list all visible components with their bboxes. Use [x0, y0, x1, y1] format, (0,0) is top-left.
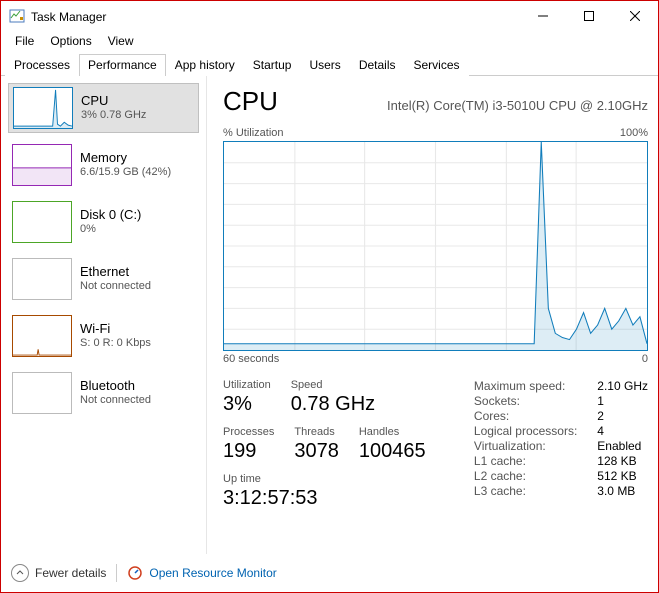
sidebar-item-bluetooth[interactable]: Bluetooth Not connected [8, 368, 199, 418]
sidebar-item-sub: Not connected [80, 280, 151, 294]
sidebar-item-label: CPU [81, 93, 146, 109]
tab-details[interactable]: Details [350, 54, 405, 76]
sidebar-item-label: Wi-Fi [80, 321, 151, 337]
sidebar-item-sub: S: 0 R: 0 Kbps [80, 337, 151, 351]
detail-label: Cores: [474, 409, 577, 423]
sidebar-item-label: Ethernet [80, 264, 151, 280]
tabstrip: Processes Performance App history Startu… [1, 53, 658, 76]
detail-value: 4 [597, 424, 648, 438]
fewer-details-label: Fewer details [35, 566, 106, 580]
tab-users[interactable]: Users [300, 54, 349, 76]
chart-label-top-left: % Utilization [223, 127, 284, 139]
cpu-details-table: Maximum speed: 2.10 GHz Sockets: 1 Cores… [474, 379, 648, 520]
detail-value: 3.0 MB [597, 484, 648, 498]
stat-uptime: Up time 3:12:57:53 [223, 473, 318, 510]
maximize-button[interactable] [566, 1, 612, 31]
stat-utilization: Utilization 3% [223, 379, 271, 416]
detail-value: 2 [597, 409, 648, 423]
footer: Fewer details Open Resource Monitor [1, 554, 658, 592]
stat-processes: Processes 199 [223, 426, 274, 463]
fewer-details-button[interactable]: Fewer details [11, 564, 106, 582]
page-title: CPU [223, 86, 278, 117]
sidebar-item-memory[interactable]: Memory 6.6/15.9 GB (42%) [8, 140, 199, 190]
sidebar: CPU 3% 0.78 GHz Memory 6.6/15.9 GB (42%)… [1, 76, 207, 554]
sidebar-item-sub: 0% [80, 223, 141, 237]
close-button[interactable] [612, 1, 658, 31]
detail-value: 2.10 GHz [597, 379, 648, 393]
sidebar-item-disk[interactable]: Disk 0 (C:) 0% [8, 197, 199, 247]
cpu-full-name: Intel(R) Core(TM) i3-5010U CPU @ 2.10GHz [298, 98, 648, 117]
detail-label: Virtualization: [474, 439, 577, 453]
window-title: Task Manager [31, 9, 520, 24]
task-manager-icon [9, 8, 25, 24]
titlebar: Task Manager [1, 1, 658, 31]
detail-value: Enabled [597, 439, 648, 453]
resource-monitor-icon [127, 565, 143, 581]
cpu-utilization-chart [223, 141, 648, 351]
menubar: File Options View [1, 31, 658, 51]
menu-file[interactable]: File [7, 32, 42, 50]
sidebar-item-sub: 6.6/15.9 GB (42%) [80, 166, 171, 180]
tab-app-history[interactable]: App history [166, 54, 244, 76]
detail-label: Maximum speed: [474, 379, 577, 393]
detail-value: 128 KB [597, 454, 648, 468]
sidebar-item-sub: 3% 0.78 GHz [81, 109, 146, 123]
detail-label: Sockets: [474, 394, 577, 408]
window-controls [520, 1, 658, 31]
bluetooth-thumb-icon [12, 372, 72, 414]
tab-startup[interactable]: Startup [244, 54, 301, 76]
stat-threads: Threads 3078 [294, 426, 339, 463]
detail-label: L1 cache: [474, 454, 577, 468]
detail-label: Logical processors: [474, 424, 577, 438]
disk-thumb-icon [12, 201, 72, 243]
separator [116, 564, 117, 582]
sidebar-item-cpu[interactable]: CPU 3% 0.78 GHz [8, 83, 199, 133]
sidebar-item-ethernet[interactable]: Ethernet Not connected [8, 254, 199, 304]
sidebar-item-sub: Not connected [80, 394, 151, 408]
detail-label: L2 cache: [474, 469, 577, 483]
main-pane: CPU Intel(R) Core(TM) i3-5010U CPU @ 2.1… [207, 76, 658, 554]
tab-processes[interactable]: Processes [5, 54, 79, 76]
chart-label-top-right: 100% [620, 127, 648, 139]
tab-performance[interactable]: Performance [79, 54, 166, 76]
menu-options[interactable]: Options [42, 32, 99, 50]
tab-services[interactable]: Services [405, 54, 469, 76]
sidebar-item-label: Disk 0 (C:) [80, 207, 141, 223]
menu-view[interactable]: View [100, 32, 142, 50]
stat-speed: Speed 0.78 GHz [291, 379, 375, 416]
detail-value: 1 [597, 394, 648, 408]
sidebar-item-label: Memory [80, 150, 171, 166]
detail-value: 512 KB [597, 469, 648, 483]
stat-handles: Handles 100465 [359, 426, 426, 463]
open-resource-monitor-label: Open Resource Monitor [149, 566, 276, 580]
chevron-up-icon [11, 564, 29, 582]
open-resource-monitor-link[interactable]: Open Resource Monitor [127, 565, 276, 581]
chart-label-bottom-right: 0 [642, 353, 648, 365]
ethernet-thumb-icon [12, 258, 72, 300]
detail-label: L3 cache: [474, 484, 577, 498]
minimize-button[interactable] [520, 1, 566, 31]
wifi-thumb-icon [12, 315, 72, 357]
sidebar-item-label: Bluetooth [80, 378, 151, 394]
memory-thumb-icon [12, 144, 72, 186]
sidebar-item-wifi[interactable]: Wi-Fi S: 0 R: 0 Kbps [8, 311, 199, 361]
cpu-thumb-icon [13, 87, 73, 129]
chart-label-bottom-left: 60 seconds [223, 353, 279, 365]
